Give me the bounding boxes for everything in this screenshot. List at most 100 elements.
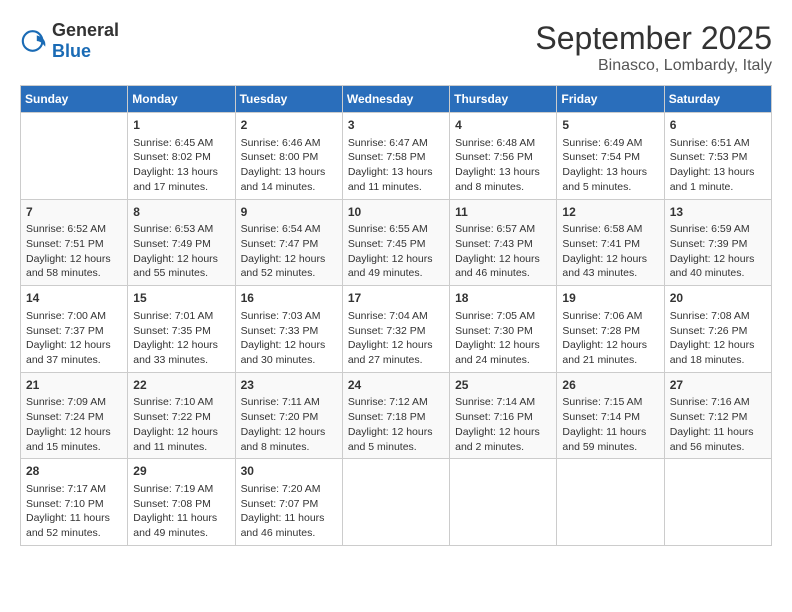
calendar-cell: 20Sunrise: 7:08 AM Sunset: 7:26 PM Dayli…: [664, 286, 771, 373]
calendar-cell: 12Sunrise: 6:58 AM Sunset: 7:41 PM Dayli…: [557, 199, 664, 286]
day-number: 17: [348, 290, 444, 307]
day-info: Sunrise: 6:48 AM Sunset: 7:56 PM Dayligh…: [455, 136, 551, 195]
calendar-cell: 9Sunrise: 6:54 AM Sunset: 7:47 PM Daylig…: [235, 199, 342, 286]
month-title: September 2025: [535, 20, 772, 57]
calendar-week-row: 7Sunrise: 6:52 AM Sunset: 7:51 PM Daylig…: [21, 199, 772, 286]
weekday-header: Saturday: [664, 86, 771, 113]
day-number: 20: [670, 290, 766, 307]
day-number: 18: [455, 290, 551, 307]
day-info: Sunrise: 6:57 AM Sunset: 7:43 PM Dayligh…: [455, 222, 551, 281]
day-number: 11: [455, 204, 551, 221]
calendar-cell: 13Sunrise: 6:59 AM Sunset: 7:39 PM Dayli…: [664, 199, 771, 286]
day-number: 6: [670, 117, 766, 134]
day-info: Sunrise: 7:19 AM Sunset: 7:08 PM Dayligh…: [133, 482, 229, 541]
logo-text: General Blue: [52, 20, 119, 62]
title-block: September 2025 Binasco, Lombardy, Italy: [535, 20, 772, 75]
day-info: Sunrise: 6:46 AM Sunset: 8:00 PM Dayligh…: [241, 136, 337, 195]
day-info: Sunrise: 6:49 AM Sunset: 7:54 PM Dayligh…: [562, 136, 658, 195]
day-number: 14: [26, 290, 122, 307]
weekday-header: Friday: [557, 86, 664, 113]
day-info: Sunrise: 7:20 AM Sunset: 7:07 PM Dayligh…: [241, 482, 337, 541]
logo: General Blue: [20, 20, 119, 62]
calendar-cell: 8Sunrise: 6:53 AM Sunset: 7:49 PM Daylig…: [128, 199, 235, 286]
calendar-cell: 14 Sunrise: 7:00 AM Sunset: 7:37 PM Dayli…: [21, 286, 128, 373]
weekday-header: Thursday: [450, 86, 557, 113]
calendar-cell: [342, 459, 449, 546]
page-header: General Blue September 2025 Binasco, Lom…: [20, 20, 772, 75]
calendar-cell: 3 Sunrise: 6:47 AM Sunset: 7:58 PM Daylig…: [342, 113, 449, 200]
calendar-cell: 25Sunrise: 7:14 AM Sunset: 7:16 PM Dayli…: [450, 372, 557, 459]
weekday-header: Tuesday: [235, 86, 342, 113]
day-number: 12: [562, 204, 658, 221]
calendar-cell: 18 Sunrise: 7:05 AM Sunset: 7:30 PM Dayli…: [450, 286, 557, 373]
day-number: 26: [562, 377, 658, 394]
weekday-header: Sunday: [21, 86, 128, 113]
day-number: 15: [133, 290, 229, 307]
calendar-cell: 5 Sunrise: 6:49 AM Sunset: 7:54 PM Daylig…: [557, 113, 664, 200]
calendar-cell: 29 Sunrise: 7:19 AM Sunset: 7:08 PM Dayli…: [128, 459, 235, 546]
calendar-week-row: 21Sunrise: 7:09 AM Sunset: 7:24 PM Dayli…: [21, 372, 772, 459]
calendar-cell: 6 Sunrise: 6:51 AM Sunset: 7:53 PM Daylig…: [664, 113, 771, 200]
location-title: Binasco, Lombardy, Italy: [535, 57, 772, 75]
day-info: Sunrise: 7:06 AM Sunset: 7:28 PM Dayligh…: [562, 309, 658, 368]
calendar-cell: 23Sunrise: 7:11 AM Sunset: 7:20 PM Dayli…: [235, 372, 342, 459]
day-number: 9: [241, 204, 337, 221]
day-info: Sunrise: 6:45 AM Sunset: 8:02 PM Dayligh…: [133, 136, 229, 195]
weekday-header: Monday: [128, 86, 235, 113]
calendar-cell: 16 Sunrise: 7:03 AM Sunset: 7:33 PM Dayli…: [235, 286, 342, 373]
day-number: 23: [241, 377, 337, 394]
weekday-header-row: SundayMondayTuesdayWednesdayThursdayFrid…: [21, 86, 772, 113]
day-info: Sunrise: 6:58 AM Sunset: 7:41 PM Dayligh…: [562, 222, 658, 281]
day-info: Sunrise: 7:09 AM Sunset: 7:24 PM Dayligh…: [26, 395, 122, 454]
calendar-cell: 24Sunrise: 7:12 AM Sunset: 7:18 PM Dayli…: [342, 372, 449, 459]
calendar-cell: 27Sunrise: 7:16 AM Sunset: 7:12 PM Dayli…: [664, 372, 771, 459]
day-number: 29: [133, 463, 229, 480]
day-number: 5: [562, 117, 658, 134]
day-info: Sunrise: 7:10 AM Sunset: 7:22 PM Dayligh…: [133, 395, 229, 454]
day-info: Sunrise: 7:00 AM Sunset: 7:37 PM Dayligh…: [26, 309, 122, 368]
day-info: Sunrise: 6:47 AM Sunset: 7:58 PM Dayligh…: [348, 136, 444, 195]
calendar-cell: [557, 459, 664, 546]
day-number: 21: [26, 377, 122, 394]
day-info: Sunrise: 7:04 AM Sunset: 7:32 PM Dayligh…: [348, 309, 444, 368]
day-number: 1: [133, 117, 229, 134]
day-number: 22: [133, 377, 229, 394]
day-info: Sunrise: 6:55 AM Sunset: 7:45 PM Dayligh…: [348, 222, 444, 281]
day-info: Sunrise: 7:05 AM Sunset: 7:30 PM Dayligh…: [455, 309, 551, 368]
day-number: 3: [348, 117, 444, 134]
calendar-cell: [450, 459, 557, 546]
calendar-table: SundayMondayTuesdayWednesdayThursdayFrid…: [20, 85, 772, 546]
calendar-cell: 1 Sunrise: 6:45 AM Sunset: 8:02 PM Daylig…: [128, 113, 235, 200]
calendar-cell: [21, 113, 128, 200]
day-number: 7: [26, 204, 122, 221]
day-info: Sunrise: 6:51 AM Sunset: 7:53 PM Dayligh…: [670, 136, 766, 195]
day-info: Sunrise: 7:17 AM Sunset: 7:10 PM Dayligh…: [26, 482, 122, 541]
day-info: Sunrise: 6:54 AM Sunset: 7:47 PM Dayligh…: [241, 222, 337, 281]
calendar-cell: 10Sunrise: 6:55 AM Sunset: 7:45 PM Dayli…: [342, 199, 449, 286]
calendar-cell: 22Sunrise: 7:10 AM Sunset: 7:22 PM Dayli…: [128, 372, 235, 459]
calendar-week-row: 14 Sunrise: 7:00 AM Sunset: 7:37 PM Dayli…: [21, 286, 772, 373]
day-number: 30: [241, 463, 337, 480]
day-info: Sunrise: 7:03 AM Sunset: 7:33 PM Dayligh…: [241, 309, 337, 368]
day-number: 16: [241, 290, 337, 307]
day-number: 28: [26, 463, 122, 480]
day-info: Sunrise: 7:15 AM Sunset: 7:14 PM Dayligh…: [562, 395, 658, 454]
day-number: 2: [241, 117, 337, 134]
day-number: 25: [455, 377, 551, 394]
calendar-cell: 15 Sunrise: 7:01 AM Sunset: 7:35 PM Dayli…: [128, 286, 235, 373]
day-number: 13: [670, 204, 766, 221]
calendar-cell: [664, 459, 771, 546]
calendar-cell: 19 Sunrise: 7:06 AM Sunset: 7:28 PM Dayli…: [557, 286, 664, 373]
day-number: 19: [562, 290, 658, 307]
day-number: 8: [133, 204, 229, 221]
day-number: 24: [348, 377, 444, 394]
logo-icon: [20, 27, 48, 55]
calendar-cell: 7Sunrise: 6:52 AM Sunset: 7:51 PM Daylig…: [21, 199, 128, 286]
day-info: Sunrise: 7:14 AM Sunset: 7:16 PM Dayligh…: [455, 395, 551, 454]
day-info: Sunrise: 7:01 AM Sunset: 7:35 PM Dayligh…: [133, 309, 229, 368]
day-number: 27: [670, 377, 766, 394]
calendar-week-row: 1 Sunrise: 6:45 AM Sunset: 8:02 PM Daylig…: [21, 113, 772, 200]
calendar-cell: 17 Sunrise: 7:04 AM Sunset: 7:32 PM Dayli…: [342, 286, 449, 373]
day-info: Sunrise: 7:11 AM Sunset: 7:20 PM Dayligh…: [241, 395, 337, 454]
calendar-cell: 11Sunrise: 6:57 AM Sunset: 7:43 PM Dayli…: [450, 199, 557, 286]
